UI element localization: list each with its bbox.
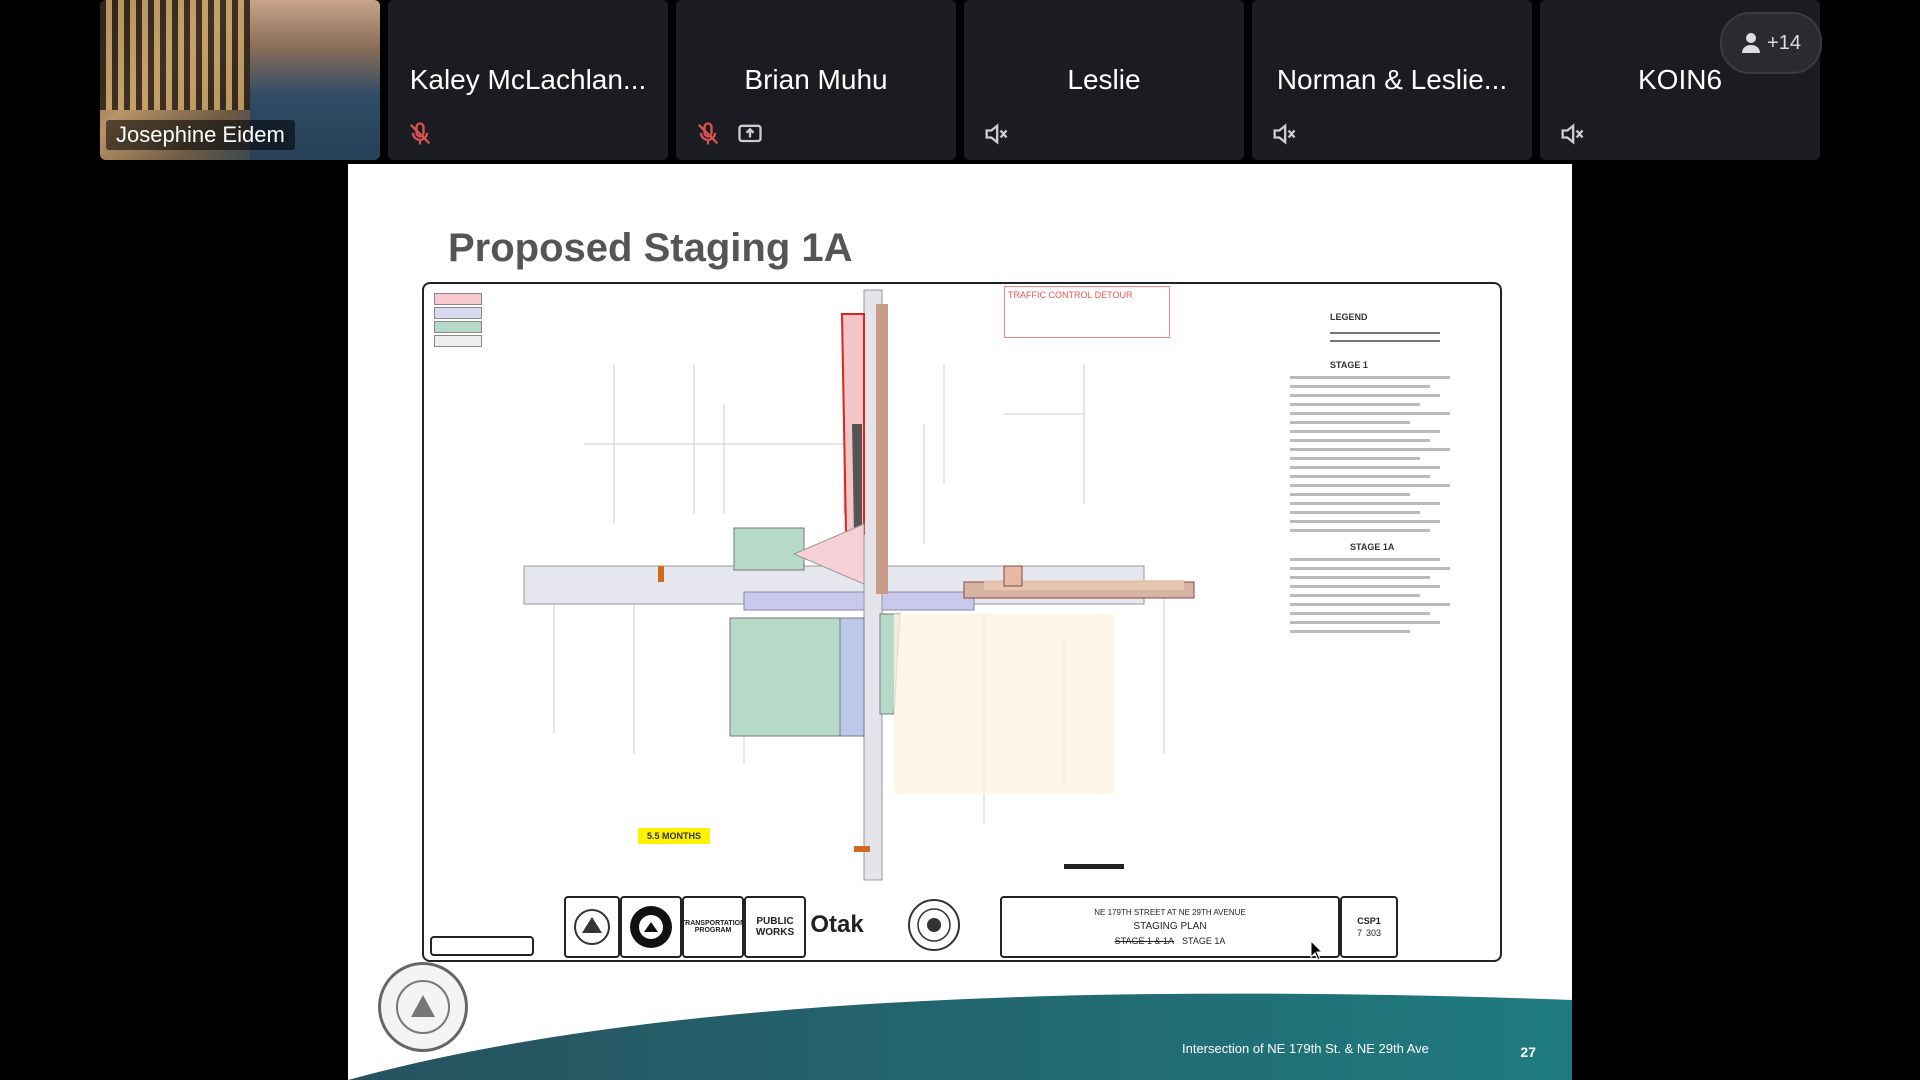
engineer-seal — [874, 896, 994, 954]
participant-name: Josephine Eidem — [106, 120, 295, 150]
participant-tile-leslie[interactable]: Leslie — [964, 0, 1244, 160]
mic-muted-icon — [409, 122, 431, 145]
slide-page-number: 27 — [1520, 1044, 1536, 1060]
otak-logo: Otak — [806, 896, 868, 954]
more-participants-count: +14 — [1767, 31, 1801, 54]
sheet-number: 7 — [1356, 928, 1362, 938]
mouse-cursor-icon — [1310, 940, 1324, 960]
sheet-id: CSP1 — [1357, 916, 1381, 926]
titleblock-sheet-title: STAGING PLAN — [1133, 921, 1207, 932]
sheet-total: 303 — [1365, 928, 1382, 938]
participant-strip: Josephine Eidem Kaley McLachlan... Brian… — [100, 0, 1822, 160]
video-background — [100, 0, 260, 110]
participant-tile-josephine[interactable]: Josephine Eidem — [100, 0, 380, 160]
traffic-control-title: TRAFFIC CONTROL DETOUR — [1008, 290, 1133, 300]
clark-county-seal-logo — [378, 962, 468, 1052]
clark-county-logo — [620, 896, 682, 958]
slide-footer-text: Intersection of NE 179th St. & NE 29th A… — [1182, 1041, 1429, 1056]
more-participants-button[interactable]: +14 — [1720, 12, 1822, 74]
public-works-logo: PUBLIC WORKS — [744, 896, 806, 958]
participant-name: Norman & Leslie... — [1276, 64, 1508, 95]
staging-plan-drawing: TRAFFIC CONTROL DETOUR LEGEND STAGE 1 ST… — [422, 282, 1502, 962]
duration-tag: 5.5 MONTHS — [638, 828, 710, 844]
shared-slide: Proposed Staging 1A TRAFFIC CONTROL DETO… — [348, 164, 1572, 1080]
speaker-muted-icon — [985, 123, 1008, 145]
titleblock-stage-new: STAGE 1A — [1182, 936, 1226, 946]
traffic-control-box: TRAFFIC CONTROL DETOUR — [1004, 286, 1170, 338]
county-seal-logo — [564, 896, 620, 958]
speaker-muted-icon — [1561, 123, 1584, 145]
titleblock-description: NE 179TH STREET AT NE 29TH AVENUE STAGIN… — [1000, 896, 1340, 958]
titleblock-sheet-box: CSP1 7 303 — [1340, 896, 1398, 958]
stage1a-title: STAGE 1A — [1350, 542, 1395, 552]
speaker-muted-icon — [1273, 123, 1296, 145]
participant-name: Leslie — [1067, 64, 1141, 95]
legend-title: LEGEND — [1330, 312, 1368, 322]
plan-titleblock: TRANSPORTATION PROGRAM PUBLIC WORKS Otak… — [430, 896, 1494, 958]
slide-title: Proposed Staging 1A — [448, 226, 853, 270]
participant-tile-norman-leslie[interactable]: Norman & Leslie... — [1252, 0, 1532, 160]
stage1-title: STAGE 1 — [1330, 360, 1368, 370]
screen-share-icon — [738, 124, 762, 143]
participant-tile-kaley[interactable]: Kaley McLachlan... — [388, 0, 668, 160]
plan-notes: LEGEND STAGE 1 STAGE 1A — [1290, 304, 1490, 639]
participant-tile-brian[interactable]: Brian Muhu — [676, 0, 956, 160]
participant-name: Brian Muhu — [744, 64, 888, 95]
footer-wave — [348, 993, 1572, 1080]
person-icon — [1742, 33, 1761, 53]
titleblock-location: NE 179TH STREET AT NE 29TH AVENUE — [1094, 908, 1246, 917]
titleblock-stage-old: STAGE 1 & 1A — [1114, 936, 1174, 946]
mic-muted-icon — [697, 122, 719, 145]
titleblock-note — [430, 936, 534, 956]
participant-name: Kaley McLachlan... — [409, 64, 647, 95]
transportation-program-logo: TRANSPORTATION PROGRAM — [681, 896, 745, 958]
